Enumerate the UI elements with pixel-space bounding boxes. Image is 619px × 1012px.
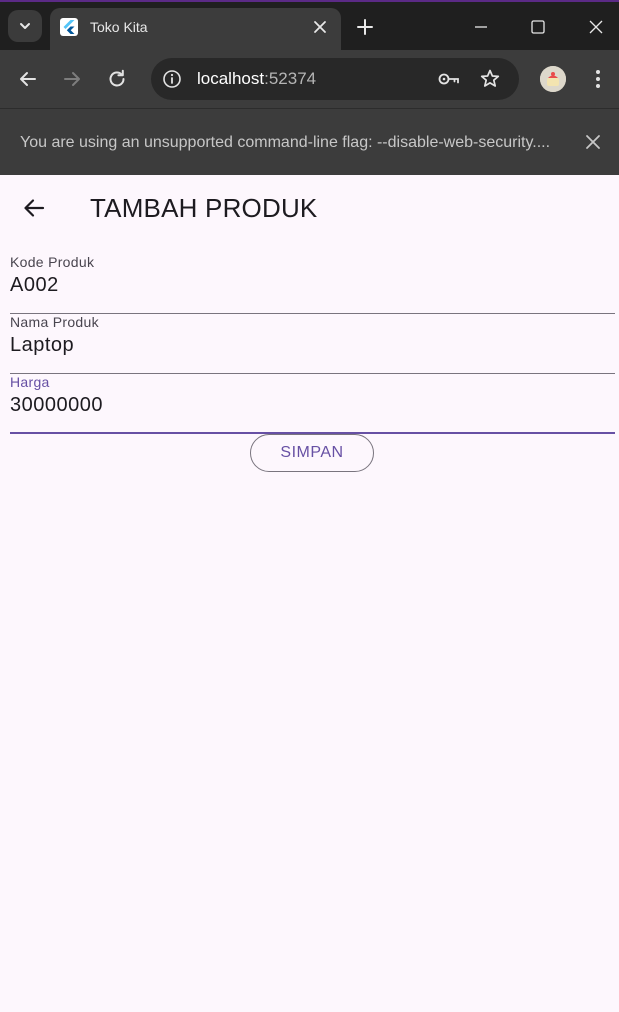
password-key-icon[interactable] [437,68,461,90]
harga-field[interactable]: Harga 30000000 [10,374,615,434]
infobar-message: You are using an unsupported command-lin… [20,134,551,151]
kode-produk-input[interactable]: A002 [10,274,59,297]
url-host: localhost [197,69,265,88]
browser-tab[interactable]: Toko Kita [50,8,341,52]
back-arrow-icon[interactable] [20,194,48,222]
reload-icon[interactable] [105,67,129,91]
close-tab-icon[interactable] [311,18,329,36]
warning-infobar: You are using an unsupported command-lin… [0,108,619,175]
profile-avatar[interactable] [540,66,566,92]
address-bar[interactable]: localhost:52374 [151,58,519,100]
tab-search-button[interactable] [8,10,42,42]
site-info-icon[interactable] [161,68,183,90]
close-infobar-icon[interactable] [582,131,604,153]
kode-produk-label: Kode Produk [10,254,95,270]
url-port: :52374 [264,69,317,88]
nama-produk-field[interactable]: Nama Produk Laptop [10,314,615,374]
harga-label: Harga [10,374,50,390]
browser-titlebar: Toko Kita [0,0,619,52]
simpan-button[interactable]: SIMPAN [250,434,374,472]
maximize-icon[interactable] [527,16,549,38]
kode-produk-field[interactable]: Kode Produk A002 [10,254,615,314]
tab-title: Toko Kita [90,19,148,35]
more-menu-icon[interactable] [588,67,608,91]
harga-input[interactable]: 30000000 [10,394,103,417]
window-close-icon[interactable] [585,16,607,38]
page-title: TAMBAH PRODUK [90,193,318,223]
back-arrow-icon[interactable] [16,67,40,91]
flutter-favicon-icon [60,18,78,36]
bookmark-star-icon[interactable] [478,67,502,91]
url-text: localhost:52374 [197,69,316,89]
browser-toolbar: localhost:52374 [0,50,619,108]
chevron-down-icon [20,23,30,29]
app-bar: TAMBAH PRODUK [0,175,619,241]
forward-arrow-icon[interactable] [60,67,84,91]
new-tab-icon[interactable] [354,16,376,38]
nama-produk-input[interactable]: Laptop [10,334,74,357]
nama-produk-label: Nama Produk [10,314,99,330]
minimize-icon[interactable] [470,16,492,38]
